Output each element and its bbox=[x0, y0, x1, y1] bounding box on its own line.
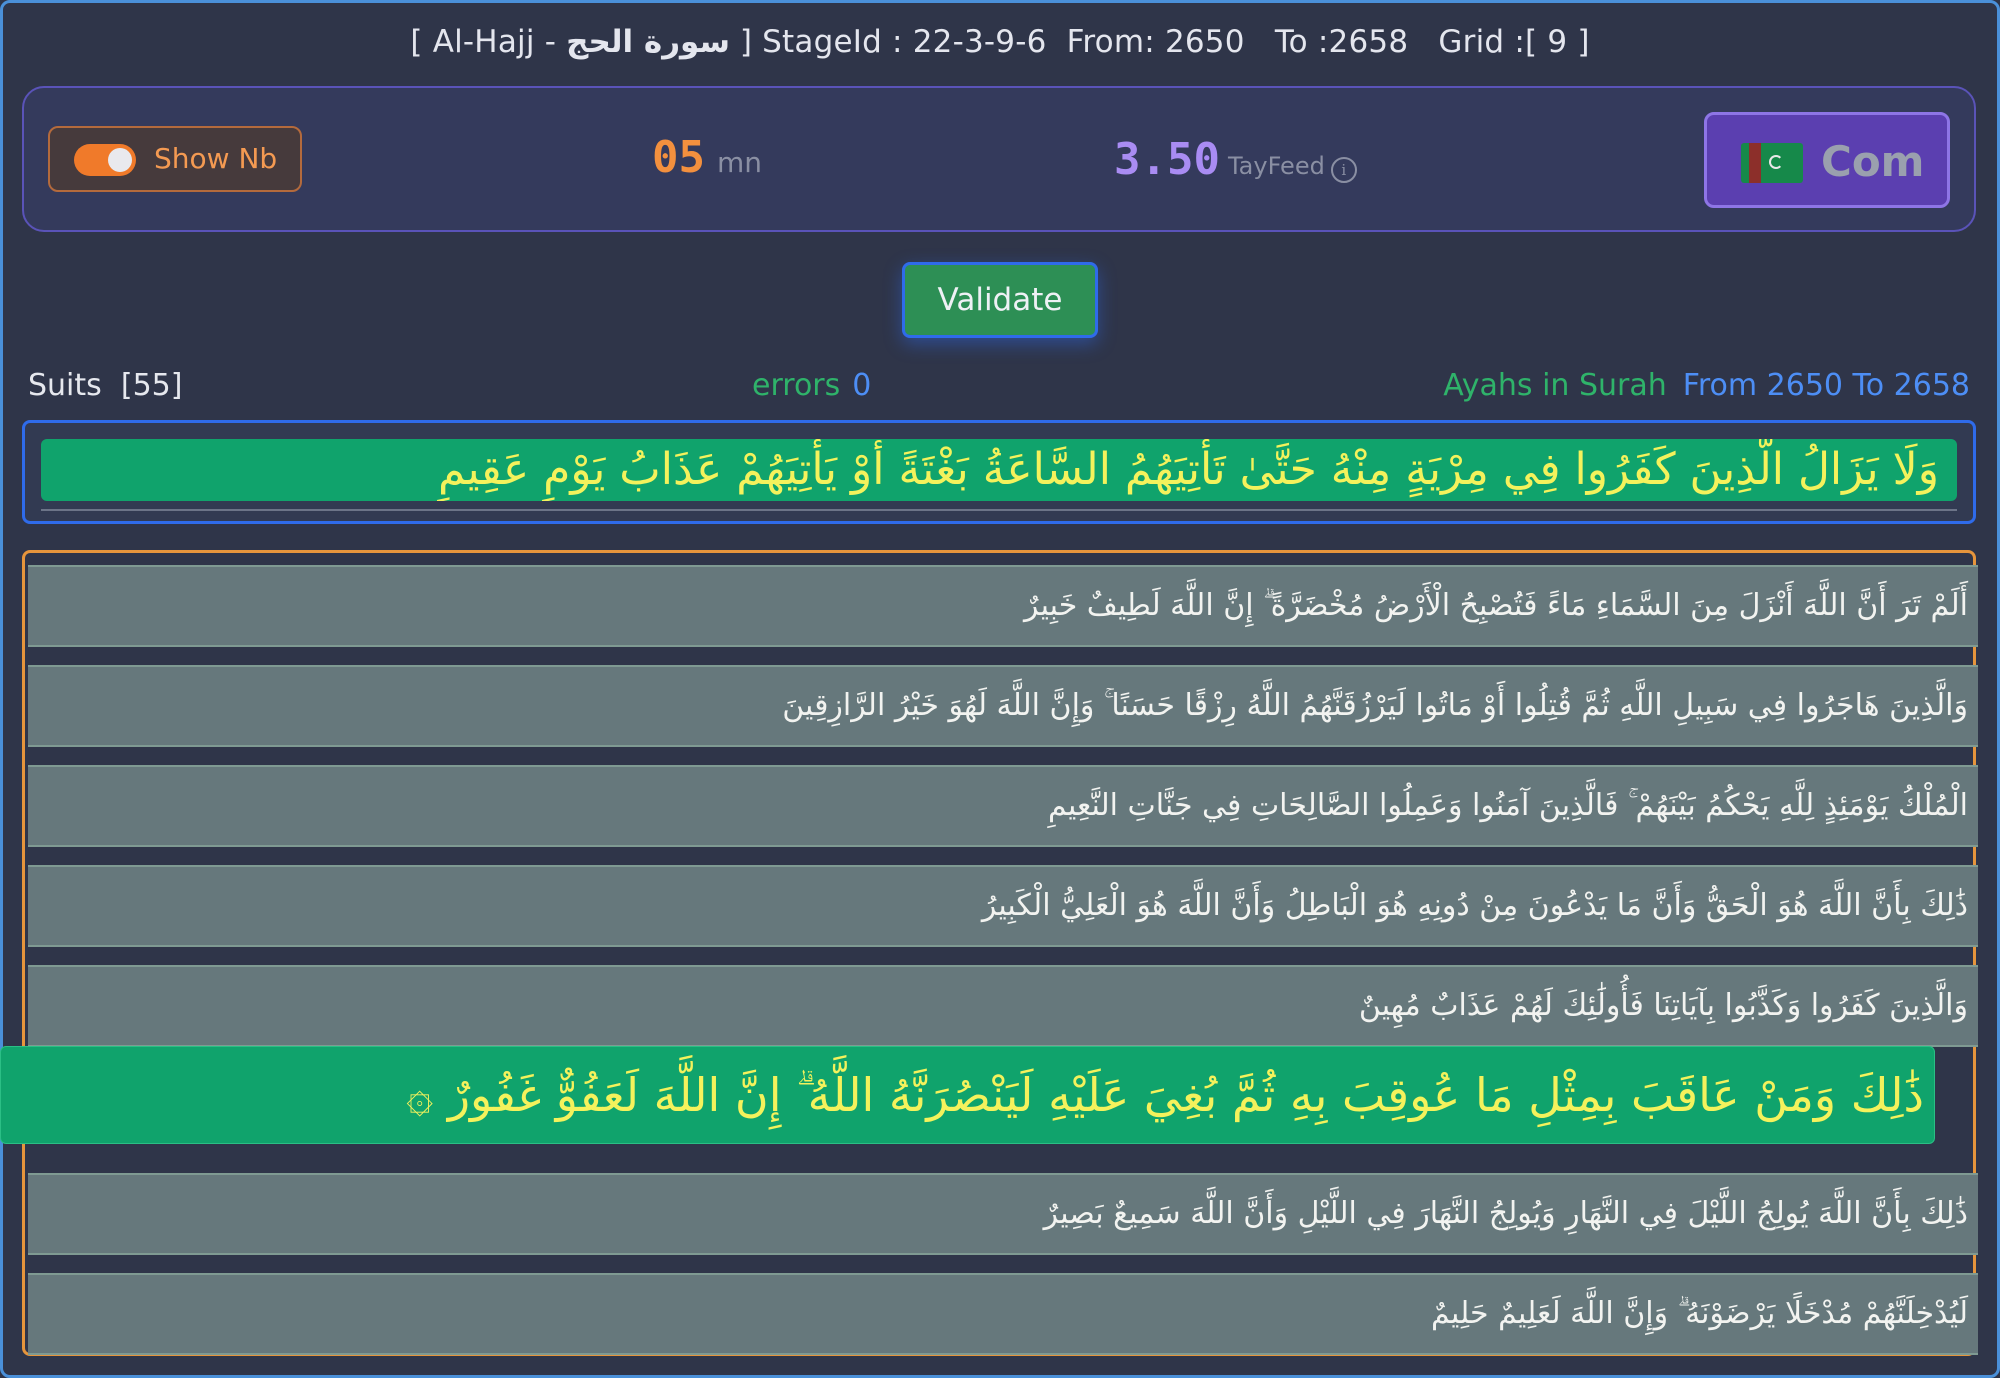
to-label: To : bbox=[1274, 24, 1329, 60]
stage-info-header: [ Al-Hajj - سورة الحج ] StageId : 22-3-9… bbox=[410, 24, 1590, 60]
surah-latin-name: Al-Hajj bbox=[432, 24, 535, 60]
toggle-knob bbox=[108, 148, 132, 172]
verse-row[interactable]: وَالَّذِينَ هَاجَرُوا فِي سَبِيلِ اللَّه… bbox=[28, 665, 1978, 747]
verse-row[interactable]: ذَٰلِكَ بِأَنَّ اللَّهَ يُولِجُ اللَّيْل… bbox=[28, 1173, 1978, 1255]
dragged-verse[interactable]: ذَٰلِكَ وَمَنْ عَاقَبَ بِمِثْلِ مَا عُوق… bbox=[0, 1046, 1935, 1144]
from-value: 2650 bbox=[1164, 24, 1245, 60]
ayahs-range: Ayahs in Surah From 2650 To 2658 bbox=[1443, 368, 1970, 403]
show-nb-label: Show Nb bbox=[154, 142, 278, 175]
errors-value: 0 bbox=[852, 368, 872, 403]
validate-button[interactable]: Validate bbox=[902, 262, 1098, 338]
toggle-switch[interactable] bbox=[74, 144, 136, 176]
minutes-unit: mn bbox=[716, 146, 763, 179]
surah-arabic-name: سورة الحج bbox=[566, 24, 730, 60]
from-label: From: bbox=[1066, 24, 1155, 60]
suits-label: Suits bbox=[28, 368, 102, 403]
divider bbox=[41, 509, 1957, 511]
turkmenistan-flag-icon bbox=[1741, 143, 1803, 183]
ayahs-range-value: From 2650 To 2658 bbox=[1682, 368, 1970, 403]
verse-row[interactable]: لَيُدْخِلَنَّهُمْ مُدْخَلًا يَرْضَوْنَهُ… bbox=[28, 1273, 1978, 1355]
tayfeed-unit: TayFeed bbox=[1227, 152, 1325, 180]
verse-row[interactable]: ذَٰلِكَ بِأَنَّ اللَّهَ هُوَ الْحَقُّ وَ… bbox=[28, 865, 1978, 947]
verse-row[interactable]: أَلَمْ تَرَ أَنَّ اللَّهَ أَنْزَلَ مِنَ … bbox=[28, 565, 1978, 647]
tayfeed-value: 3.50 bbox=[1114, 134, 1220, 185]
control-panel: Show Nb 05 mn 3.50 TayFeed i Com bbox=[22, 86, 1976, 232]
show-nb-toggle[interactable]: Show Nb bbox=[48, 126, 302, 192]
verse-row[interactable]: الْمُلْكُ يَوْمَئِذٍ لِلَّهِ يَحْكُمُ بَ… bbox=[28, 765, 1978, 847]
stage-label: StageId : bbox=[762, 24, 903, 60]
errors-counter: errors 0 bbox=[752, 368, 871, 403]
ayahs-label: Ayahs in Surah bbox=[1443, 368, 1667, 403]
suits-value: [55] bbox=[120, 368, 183, 403]
to-value: 2658 bbox=[1328, 24, 1409, 60]
verse-row[interactable]: وَالَّذِينَ كَفَرُوا وَكَذَّبُوا بِآيَات… bbox=[28, 965, 1978, 1047]
info-icon[interactable]: i bbox=[1330, 156, 1357, 183]
com-label: Com bbox=[1821, 137, 1925, 186]
current-verse: وَلَا يَزَالُ الَّذِينَ كَفَرُوا فِي مِر… bbox=[41, 439, 1957, 501]
grid-value: 9 bbox=[1547, 24, 1568, 60]
stage-id: 22-3-9-6 bbox=[912, 24, 1047, 60]
verse-list: أَلَمْ تَرَ أَنَّ اللَّهَ أَنْزَلَ مِنَ … bbox=[22, 550, 1978, 1356]
tayfeed-display: 3.50 TayFeed i bbox=[1114, 134, 1357, 185]
current-verse-box: وَلَا يَزَالُ الَّذِينَ كَفَرُوا فِي مِر… bbox=[22, 420, 1976, 524]
timer-display: 05 mn bbox=[652, 132, 762, 183]
suits-counter: Suits [55] bbox=[28, 368, 182, 403]
minutes-value: 05 bbox=[652, 132, 705, 183]
grid-label: Grid :[ bbox=[1438, 24, 1538, 60]
errors-label: errors bbox=[752, 368, 841, 403]
com-button[interactable]: Com bbox=[1704, 112, 1950, 208]
